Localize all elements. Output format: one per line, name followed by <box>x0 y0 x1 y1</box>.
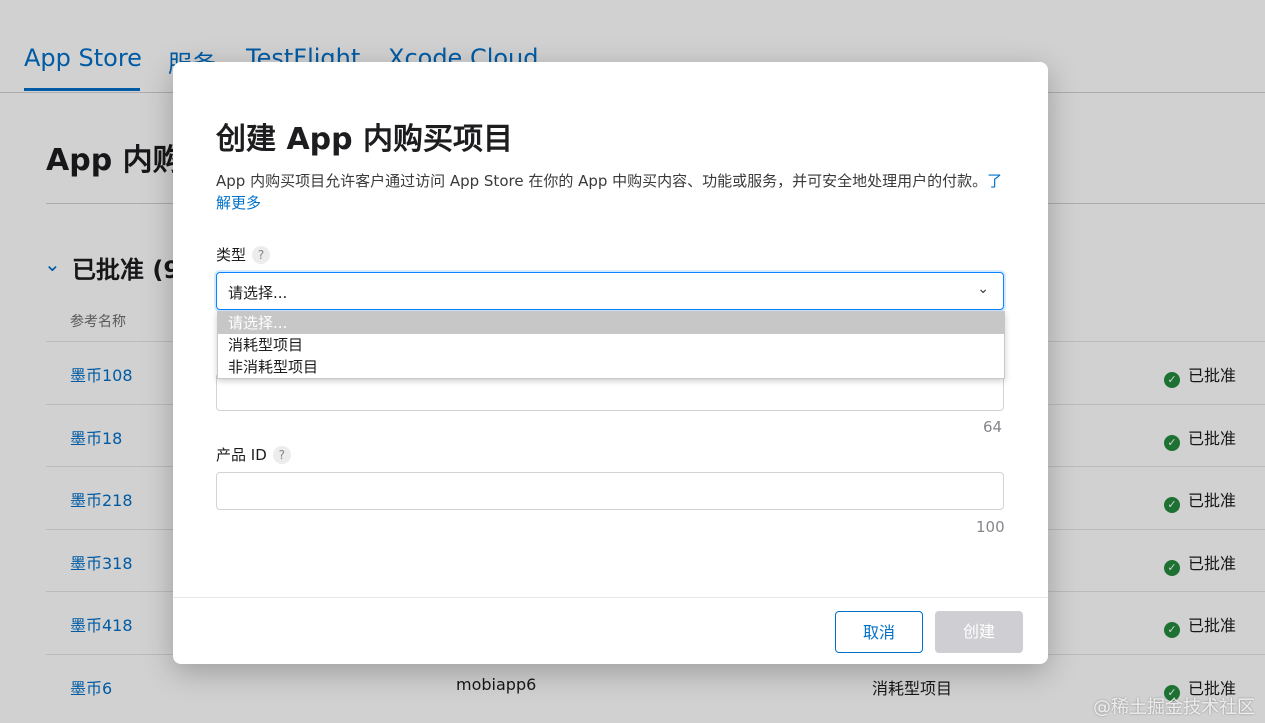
cancel-button[interactable]: 取消 <box>835 611 923 653</box>
type-option-non-consumable[interactable]: 非消耗型项目 <box>218 356 1004 378</box>
reference-name-char-limit: 64 <box>983 418 1003 436</box>
type-label-text: 类型 <box>216 246 247 264</box>
product-id-char-limit: 100 <box>976 518 1005 536</box>
dialog-title: 创建 App 内购买项目 <box>216 122 514 157</box>
dialog-footer-divider <box>173 597 1048 598</box>
type-select[interactable]: 请选择... ⌄ <box>216 272 1004 310</box>
create-button[interactable]: 创建 <box>935 611 1023 653</box>
dialog-description: App 内购买项目允许客户通过访问 App Store 在你的 App 中购买内… <box>216 170 1006 214</box>
product-id-label: 产品 ID? <box>216 444 291 465</box>
type-select-value: 请选择... <box>228 284 288 302</box>
product-id-label-text: 产品 ID <box>216 446 267 464</box>
chevron-down-icon: ⌄ <box>977 281 989 297</box>
type-label: 类型? <box>216 244 271 265</box>
type-option-placeholder[interactable]: 请选择... <box>218 312 1004 334</box>
description-text: App 内购买项目允许客户通过访问 App Store 在你的 App 中购买内… <box>216 172 988 190</box>
create-iap-dialog: 创建 App 内购买项目 App 内购买项目允许客户通过访问 App Store… <box>173 62 1048 664</box>
help-icon[interactable]: ? <box>252 246 271 264</box>
type-dropdown-list: 请选择... 消耗型项目 非消耗型项目 <box>217 311 1005 379</box>
type-option-consumable[interactable]: 消耗型项目 <box>218 334 1004 356</box>
product-id-input[interactable] <box>216 472 1004 510</box>
watermark: @稀土掘金技术社区 <box>1093 697 1255 718</box>
help-icon[interactable]: ? <box>272 446 291 464</box>
